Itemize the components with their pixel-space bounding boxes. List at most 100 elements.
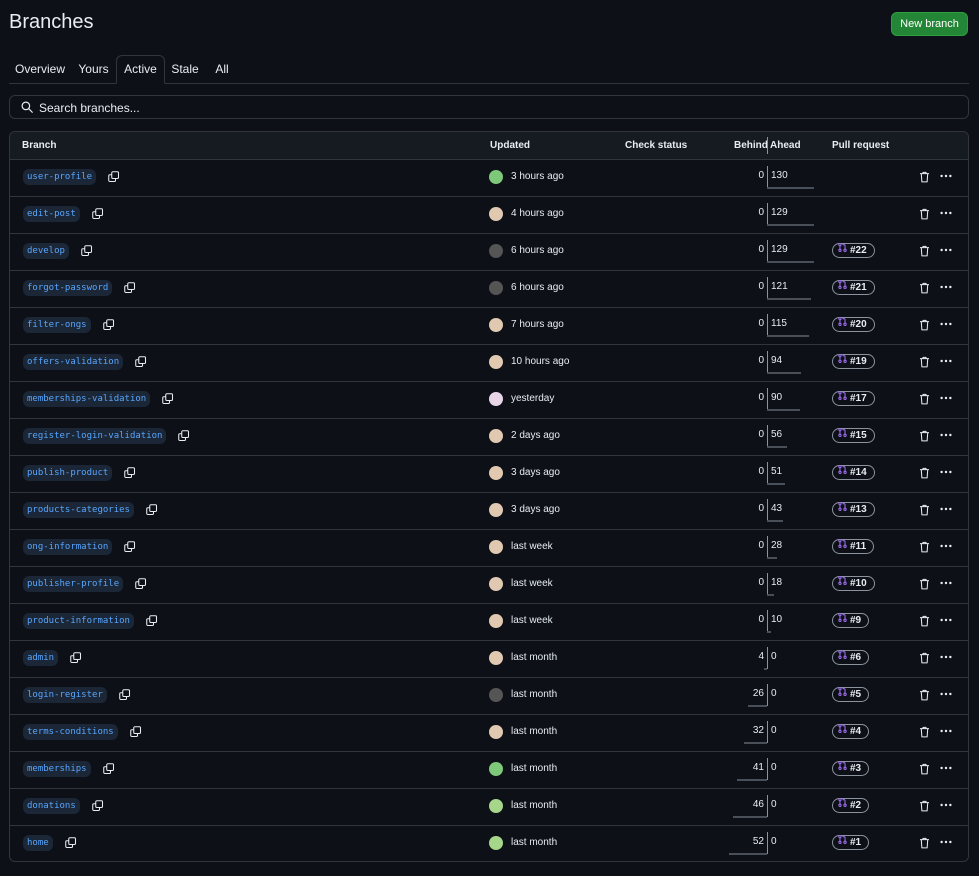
kebab-horizontal-icon[interactable]: [938, 835, 954, 851]
pull-request-badge[interactable]: #4: [832, 723, 870, 739]
kebab-horizontal-icon[interactable]: [938, 317, 954, 333]
kebab-horizontal-icon[interactable]: [938, 243, 954, 259]
pull-request-badge[interactable]: #22: [832, 242, 875, 258]
copy-icon[interactable]: [70, 652, 82, 667]
branch-name-link[interactable]: admin: [23, 650, 59, 666]
avatar[interactable]: [489, 170, 503, 184]
copy-icon[interactable]: [135, 578, 147, 593]
trash-icon[interactable]: [919, 430, 930, 445]
avatar[interactable]: [489, 799, 503, 813]
copy-icon[interactable]: [162, 393, 174, 408]
copy-icon[interactable]: [119, 689, 131, 704]
copy-icon[interactable]: [124, 541, 136, 556]
tab-overview[interactable]: Overview: [9, 55, 71, 82]
pull-request-badge[interactable]: #11: [832, 538, 875, 554]
branch-name-link[interactable]: ong-information: [23, 539, 113, 555]
copy-icon[interactable]: [65, 837, 77, 852]
search-input[interactable]: [37, 98, 941, 118]
branch-name-link[interactable]: register-login-validation: [23, 428, 167, 444]
branch-name-link[interactable]: donations: [23, 798, 80, 814]
copy-icon[interactable]: [130, 726, 142, 741]
kebab-horizontal-icon[interactable]: [938, 502, 954, 518]
kebab-horizontal-icon[interactable]: [938, 539, 954, 555]
pull-request-badge[interactable]: #1: [832, 834, 870, 850]
trash-icon[interactable]: [919, 541, 930, 556]
kebab-horizontal-icon[interactable]: [938, 465, 954, 481]
avatar[interactable]: [489, 281, 503, 295]
pull-request-badge[interactable]: #20: [832, 316, 875, 332]
avatar[interactable]: [489, 762, 503, 776]
trash-icon[interactable]: [919, 652, 930, 667]
trash-icon[interactable]: [919, 763, 930, 778]
trash-icon[interactable]: [919, 245, 930, 260]
avatar[interactable]: [489, 577, 503, 591]
kebab-horizontal-icon[interactable]: [938, 354, 954, 370]
avatar[interactable]: [489, 392, 503, 406]
tab-yours[interactable]: Yours: [71, 55, 116, 82]
avatar[interactable]: [489, 466, 503, 480]
tab-stale[interactable]: Stale: [164, 55, 206, 82]
copy-icon[interactable]: [178, 430, 190, 445]
branch-name-link[interactable]: publisher-profile: [23, 576, 124, 592]
pull-request-badge[interactable]: #15: [832, 427, 875, 443]
copy-icon[interactable]: [103, 319, 115, 334]
trash-icon[interactable]: [919, 356, 930, 371]
branch-name-link[interactable]: publish-product: [23, 465, 113, 481]
branch-name-link[interactable]: filter-ongs: [23, 317, 91, 333]
trash-icon[interactable]: [919, 689, 930, 704]
trash-icon[interactable]: [919, 615, 930, 630]
avatar[interactable]: [489, 318, 503, 332]
copy-icon[interactable]: [108, 171, 120, 186]
tab-active[interactable]: Active: [116, 55, 165, 84]
branch-name-link[interactable]: products-categories: [23, 502, 134, 518]
kebab-horizontal-icon[interactable]: [938, 687, 954, 703]
branch-name-link[interactable]: forgot-password: [23, 280, 113, 296]
branch-name-link[interactable]: product-information: [23, 613, 134, 629]
kebab-horizontal-icon[interactable]: [938, 428, 954, 444]
avatar[interactable]: [489, 688, 503, 702]
trash-icon[interactable]: [919, 208, 930, 223]
kebab-horizontal-icon[interactable]: [938, 613, 954, 629]
branch-name-link[interactable]: offers-validation: [23, 354, 124, 370]
pull-request-badge[interactable]: #10: [832, 575, 875, 591]
avatar[interactable]: [489, 503, 503, 517]
kebab-horizontal-icon[interactable]: [938, 724, 954, 740]
tab-all[interactable]: All: [206, 55, 238, 82]
trash-icon[interactable]: [919, 504, 930, 519]
trash-icon[interactable]: [919, 726, 930, 741]
branch-name-link[interactable]: develop: [23, 243, 69, 259]
trash-icon[interactable]: [919, 800, 930, 815]
branch-name-link[interactable]: home: [23, 835, 53, 851]
branch-name-link[interactable]: user-profile: [23, 169, 97, 185]
trash-icon[interactable]: [919, 837, 930, 852]
copy-icon[interactable]: [124, 467, 136, 482]
copy-icon[interactable]: [146, 504, 158, 519]
branch-name-link[interactable]: login-register: [23, 687, 107, 703]
kebab-horizontal-icon[interactable]: [938, 798, 954, 814]
avatar[interactable]: [489, 429, 503, 443]
branch-name-link[interactable]: memberships-validation: [23, 391, 151, 407]
branch-name-link[interactable]: edit-post: [23, 206, 80, 222]
copy-icon[interactable]: [81, 245, 93, 260]
pull-request-badge[interactable]: #6: [832, 649, 870, 665]
pull-request-badge[interactable]: #14: [832, 464, 875, 480]
avatar[interactable]: [489, 355, 503, 369]
avatar[interactable]: [489, 725, 503, 739]
kebab-horizontal-icon[interactable]: [938, 206, 954, 222]
pull-request-badge[interactable]: #13: [832, 501, 875, 517]
trash-icon[interactable]: [919, 467, 930, 482]
avatar[interactable]: [489, 651, 503, 665]
kebab-horizontal-icon[interactable]: [938, 280, 954, 296]
avatar[interactable]: [489, 244, 503, 258]
avatar[interactable]: [489, 540, 503, 554]
new-branch-button[interactable]: New branch: [891, 12, 968, 36]
pull-request-badge[interactable]: #9: [832, 612, 870, 628]
pull-request-badge[interactable]: #2: [832, 797, 870, 813]
pull-request-badge[interactable]: #19: [832, 353, 875, 369]
trash-icon[interactable]: [919, 282, 930, 297]
avatar[interactable]: [489, 207, 503, 221]
kebab-horizontal-icon[interactable]: [938, 169, 954, 185]
kebab-horizontal-icon[interactable]: [938, 576, 954, 592]
kebab-horizontal-icon[interactable]: [938, 761, 954, 777]
trash-icon[interactable]: [919, 171, 930, 186]
